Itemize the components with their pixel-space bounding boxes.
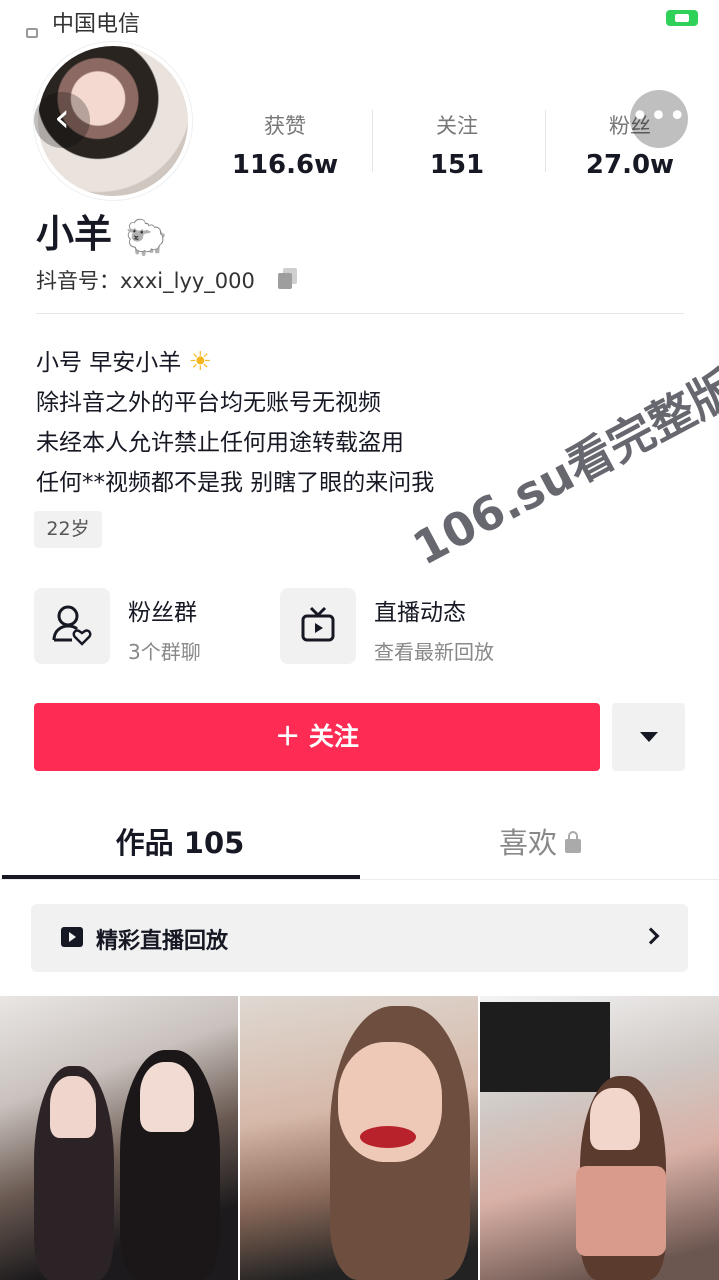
stat-following-label: 关注	[436, 114, 478, 138]
live-replay-bar[interactable]: 精彩直播回放	[31, 904, 688, 972]
profile-name: 小羊 🐑	[36, 203, 168, 258]
follow-button[interactable]: ＋ 关注	[34, 703, 600, 771]
back-button[interactable]: ‹	[34, 92, 90, 148]
tab-works[interactable]: 作品 105	[0, 820, 360, 862]
thumbnail-face	[50, 1076, 96, 1138]
live-replay-label: 精彩直播回放	[96, 929, 229, 954]
copy-icon[interactable]	[278, 268, 298, 289]
stat-followers-value: 27.0w	[585, 150, 675, 180]
tv-icon	[280, 588, 356, 664]
stat-likes-value: 116.6w	[231, 150, 339, 180]
chevron-right-icon	[642, 927, 660, 945]
fan-group-title: 粉丝群	[128, 600, 197, 626]
live-updates-subtitle: 查看最新回放	[374, 640, 494, 664]
live-replay-icon	[61, 927, 83, 947]
fan-group-subtitle: 3个群聊	[128, 640, 201, 664]
recommend-dropdown-button[interactable]	[612, 703, 685, 771]
thumbnail-lips	[360, 1126, 416, 1148]
status-bar: 中国电信	[0, 0, 719, 40]
fan-group-icon	[34, 588, 110, 664]
sim-icon	[26, 28, 38, 38]
divider	[36, 313, 684, 314]
bio-line: 小号 早安小羊 ☀	[36, 347, 212, 377]
tab-likes[interactable]: 喜欢	[360, 820, 719, 862]
more-options-button[interactable]: •••	[630, 90, 688, 148]
douyin-id: 抖音号：xxxi_lyy_000	[36, 269, 255, 293]
thumbnail-face	[140, 1062, 194, 1132]
live-updates-title: 直播动态	[374, 600, 466, 626]
video-thumbnail[interactable]	[480, 996, 719, 1280]
stat-likes-label: 获赞	[264, 114, 306, 138]
lock-icon	[565, 831, 581, 853]
tab-likes-label: 喜欢	[498, 826, 557, 860]
sun-emoji-icon: ☀	[188, 347, 212, 377]
bio: 小号 早安小羊 ☀ 除抖音之外的平台均无账号无视频 未经本人允许禁止任何用途转载…	[36, 342, 434, 503]
bio-line: 除抖音之外的平台均无账号无视频	[36, 390, 381, 416]
stat-divider	[372, 110, 373, 172]
profile-name-text: 小羊	[36, 212, 113, 256]
stat-likes[interactable]: 获赞 116.6w	[210, 110, 360, 180]
video-thumbnail[interactable]	[240, 996, 478, 1280]
watermark: 106.su看完整版	[404, 360, 719, 576]
profile-header: ‹ 获赞 116.6w 关注 151 粉丝 27.0w •••	[0, 40, 719, 200]
sheep-emoji-icon: 🐑	[125, 218, 168, 258]
bio-line: 任何**视频都不是我 别瞎了眼的来问我	[36, 470, 435, 496]
battery-icon	[666, 10, 698, 26]
carrier-name: 中国电信	[52, 12, 141, 37]
fan-group-entry[interactable]: 粉丝群 3个群聊	[34, 588, 264, 664]
thumbnail-face	[590, 1088, 640, 1150]
live-updates-entry[interactable]: 直播动态 查看最新回放	[280, 588, 540, 664]
stat-divider	[545, 110, 546, 172]
thumbnail-top	[576, 1166, 666, 1256]
bio-line: 未经本人允许禁止任何用途转载盗用	[36, 430, 404, 456]
stat-following-value: 151	[429, 150, 485, 180]
age-tag: 22岁	[34, 511, 102, 548]
divider	[0, 879, 719, 880]
stat-following[interactable]: 关注 151	[382, 110, 532, 180]
thumbnail-mirror	[480, 1002, 610, 1092]
video-thumbnail[interactable]	[0, 996, 238, 1280]
